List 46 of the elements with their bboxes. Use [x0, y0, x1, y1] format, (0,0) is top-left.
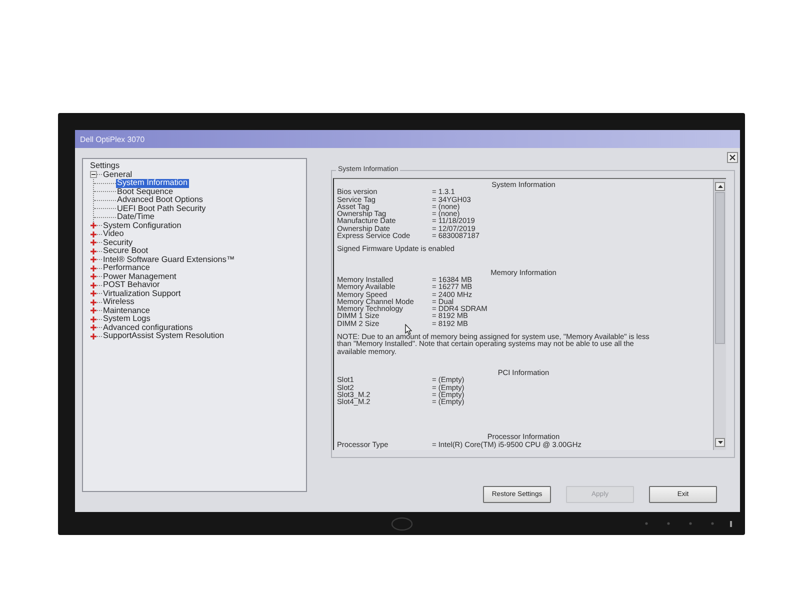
tree-item[interactable]: System Information — [116, 179, 189, 188]
plus-icon[interactable] — [90, 264, 97, 272]
logo-icon — [390, 516, 412, 530]
tree-item[interactable]: Date/Time — [116, 213, 156, 222]
tree-item[interactable]: System Logs — [102, 315, 152, 324]
plus-icon[interactable] — [90, 324, 97, 332]
scrollbar-thumb[interactable] — [715, 192, 725, 344]
plus-icon[interactable] — [90, 332, 97, 340]
tree-item[interactable]: Intel® Software Guard Extensions™ — [102, 256, 236, 264]
minus-icon[interactable] — [90, 171, 97, 178]
tree-item[interactable]: Power Management — [102, 272, 178, 281]
plus-icon[interactable] — [90, 256, 97, 264]
mouse-pointer-icon — [405, 324, 412, 335]
plus-icon[interactable] — [90, 239, 97, 246]
tree-item[interactable]: POST Behavior — [102, 281, 161, 290]
tree-item[interactable]: Boot Sequence — [116, 188, 174, 196]
tree-item[interactable]: Performance — [102, 264, 151, 272]
down-arrow-icon — [718, 441, 722, 444]
plus-icon[interactable] — [90, 290, 97, 298]
plus-icon[interactable] — [90, 316, 97, 323]
up-arrow-icon — [718, 185, 722, 188]
plus-icon[interactable] — [90, 248, 97, 255]
plus-icon[interactable] — [90, 222, 97, 230]
tree-item[interactable]: SupportAssist System Resolution — [102, 332, 226, 340]
tree-item[interactable]: Advanced configurations — [102, 324, 194, 332]
plus-icon[interactable] — [90, 230, 97, 238]
tree-item[interactable]: Secure Boot — [102, 247, 150, 256]
close-icon — [729, 154, 736, 161]
tree-root-label[interactable]: Settings — [90, 162, 120, 170]
plus-icon[interactable] — [90, 307, 97, 314]
plus-icon[interactable] — [90, 298, 97, 306]
tree-item[interactable]: Security — [102, 238, 134, 247]
close-button[interactable] — [727, 152, 738, 163]
plus-icon[interactable] — [90, 282, 97, 289]
scrollbar[interactable] — [713, 179, 726, 450]
tree-item[interactable]: Virtualization Support — [102, 290, 182, 298]
scroll-up-button[interactable] — [715, 182, 725, 191]
tree-item[interactable]: Advanced Boot Options — [116, 196, 204, 204]
plus-icon[interactable] — [90, 273, 97, 280]
tree-item[interactable]: Video — [102, 230, 125, 238]
tree-item[interactable]: UEFI Boot Path Security — [116, 204, 207, 213]
tree-item[interactable]: General — [102, 170, 134, 179]
tree-item[interactable]: System Configuration — [102, 222, 182, 230]
tree-item[interactable]: Wireless — [102, 298, 136, 306]
scroll-down-button[interactable] — [715, 438, 725, 448]
tree-item[interactable]: Maintenance — [102, 306, 151, 315]
